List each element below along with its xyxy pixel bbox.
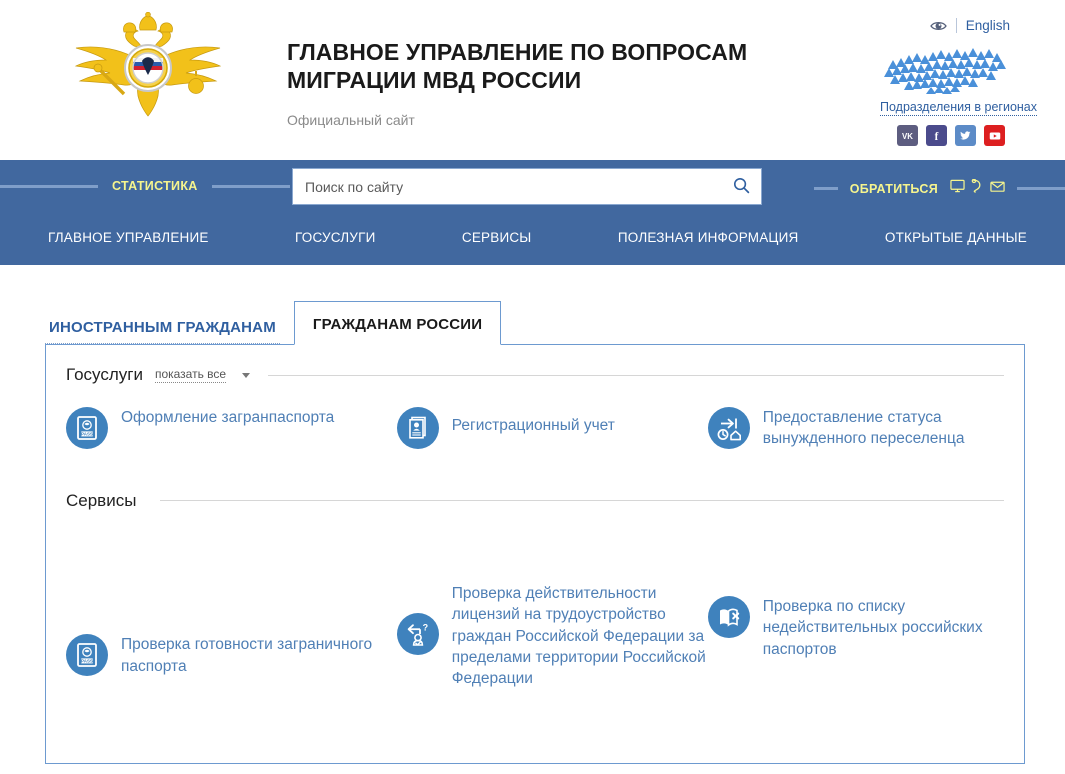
svg-text:VK: VK — [902, 132, 913, 141]
language-row: English — [929, 18, 1010, 33]
contact-link[interactable]: ОБРАТИТЬСЯ — [850, 182, 938, 196]
language-link-english[interactable]: English — [966, 18, 1010, 33]
license-check-icon: ? — [396, 612, 439, 655]
main-navbar: СТАТИСТИКА ОБРАТИТЬСЯ — [0, 160, 1065, 265]
facebook-icon[interactable]: f — [926, 125, 947, 146]
nav-rule-left — [0, 184, 98, 188]
search-input[interactable] — [293, 178, 721, 195]
nav-menu: ГЛАВНОЕ УПРАВЛЕНИЕ ГОСУСЛУГИ СЕРВИСЫ ПОЛ… — [0, 220, 1065, 265]
gosuslugi-items: PASS Оформление загранпаспорта Регистрац… — [66, 407, 1004, 450]
search-button[interactable] — [721, 169, 761, 204]
gosuslugi-group-header: Госуслуги показать все — [66, 361, 1004, 389]
registration-document-icon — [396, 407, 439, 449]
gosuslugi-item-label: Оформление загранпаспорта — [121, 409, 335, 426]
gosuslugi-title: Госуслуги — [66, 365, 143, 384]
servisy-item-label: Проверка готовности заграничного паспорт… — [121, 636, 373, 675]
tab-inostrannym-grazhdanam[interactable]: ИНОСТРАННЫМ ГРАЖДАНАМ — [45, 319, 280, 344]
nav-rule-contact-right — [1017, 187, 1065, 190]
chevron-down-icon[interactable] — [242, 372, 251, 378]
statistics-link[interactable]: СТАТИСТИКА — [112, 179, 198, 193]
servisy-item-proverka-nedejstvitelnyh-pasportov[interactable]: Проверка по списку недействительных росс… — [707, 595, 1004, 660]
nav-rule-contact-left — [813, 187, 838, 190]
svg-text:PASS: PASS — [81, 432, 93, 437]
passport-icon: PASS — [66, 634, 108, 677]
navbar-top-row: СТАТИСТИКА ОБРАТИТЬСЯ — [0, 160, 1065, 220]
svg-text:?: ? — [422, 622, 428, 632]
regions-link[interactable]: Подразделения в регионах — [880, 100, 1037, 116]
gosuslugi-item-registracionnyj-uchet[interactable]: Регистрационный учет — [396, 407, 615, 449]
nav-item-gosuslugi[interactable]: ГОСУСЛУГИ — [295, 230, 375, 245]
servisy-item-proverka-gotovnosti-pasporta[interactable]: PASS Проверка готовности заграничного па… — [66, 634, 397, 677]
vk-icon[interactable]: VK — [897, 125, 918, 146]
servisy-title: Сервисы — [66, 490, 137, 510]
nav-rule-right — [211, 184, 290, 188]
servisy-item-label: Проверка действительности лицензий на тр… — [451, 584, 706, 688]
servisy-group-header: Сервисы — [66, 487, 1004, 515]
nav-item-otkrytye-dannye[interactable]: ОТКРЫТЫЕ ДАННЫЕ — [885, 230, 1027, 245]
monitor-icon[interactable] — [950, 179, 965, 198]
twitter-icon[interactable] — [955, 125, 976, 146]
header-title-block: ГЛАВНОЕ УПРАВЛЕНИЕ ПО ВОПРОСАМ МИГРАЦИИ … — [287, 38, 807, 128]
tab-panel: Госуслуги показать все PASS Оформление з… — [45, 344, 1025, 764]
site-subtitle: Официальный сайт — [287, 112, 415, 129]
servisy-items: PASS Проверка готовности заграничного па… — [66, 541, 1004, 691]
search-icon — [733, 177, 750, 197]
nav-item-glavnoe-upravlenie[interactable]: ГЛАВНОЕ УПРАВЛЕНИЕ — [48, 230, 209, 245]
search-box[interactable] — [292, 168, 762, 205]
svg-text:f: f — [935, 131, 939, 143]
page-title: ГЛАВНОЕ УПРАВЛЕНИЕ ПО ВОПРОСАМ МИГРАЦИИ … — [287, 39, 748, 94]
statistics-group: СТАТИСТИКА — [0, 179, 290, 193]
contact-group: ОБРАТИТЬСЯ — [813, 178, 1065, 198]
tab-grazhdanam-rossii[interactable]: ГРАЖДАНАМ РОССИИ — [293, 301, 502, 345]
nav-item-poleznaya-informaciya[interactable]: ПОЛЕЗНАЯ ИНФОРМАЦИЯ — [618, 230, 799, 245]
social-links: VK f — [897, 125, 1005, 146]
invalid-passport-icon — [707, 595, 750, 638]
gosuslugi-item-oformlenie-zagranpasporta[interactable]: PASS Оформление загранпаспорта — [66, 407, 334, 449]
gosuslugi-item-label: Регистрационный учет — [451, 417, 615, 434]
russia-map-icon[interactable] — [869, 42, 1017, 94]
eye-icon[interactable] — [929, 20, 947, 32]
tab-bar: ИНОСТРАННЫМ ГРАЖДАНАМ ГРАЖДАНАМ РОССИИ — [45, 298, 1025, 345]
gosuslugi-item-vynuzhdennyj-pereselenec[interactable]: Предоставление статуса вынужденного пере… — [707, 407, 1004, 450]
youtube-icon[interactable] — [984, 125, 1005, 146]
language-divider — [955, 18, 957, 33]
phone-icon[interactable] — [971, 178, 984, 198]
servisy-item-label: Проверка по списку недействительных росс… — [762, 597, 983, 658]
envelope-icon[interactable] — [990, 180, 1005, 198]
servisy-item-proverka-licenzij[interactable]: ? Проверка действительности лицензий на … — [396, 583, 708, 690]
gosuslugi-item-label: Предоставление статуса вынужденного пере… — [762, 409, 965, 448]
gosuslugi-header-rule — [268, 374, 1004, 376]
header-right-panel: English Подразделения в регионах VK f — [820, 0, 1065, 160]
main-content: ИНОСТРАННЫМ ГРАЖДАНАМ ГРАЖДАНАМ РОССИИ Г… — [0, 265, 1065, 774]
servisy-header-rule — [160, 500, 1004, 502]
gosuslugi-show-all[interactable]: показать все — [154, 367, 227, 383]
mvd-eagle-emblem — [42, 11, 254, 132]
contact-icons — [950, 178, 1005, 198]
svg-text:PASS: PASS — [81, 659, 93, 664]
nav-item-servisy[interactable]: СЕРВИСЫ — [462, 230, 532, 245]
resettlement-icon — [707, 407, 750, 449]
passport-icon: PASS — [66, 407, 108, 449]
site-header: ГЛАВНОЕ УПРАВЛЕНИЕ ПО ВОПРОСАМ МИГРАЦИИ … — [0, 0, 1065, 160]
